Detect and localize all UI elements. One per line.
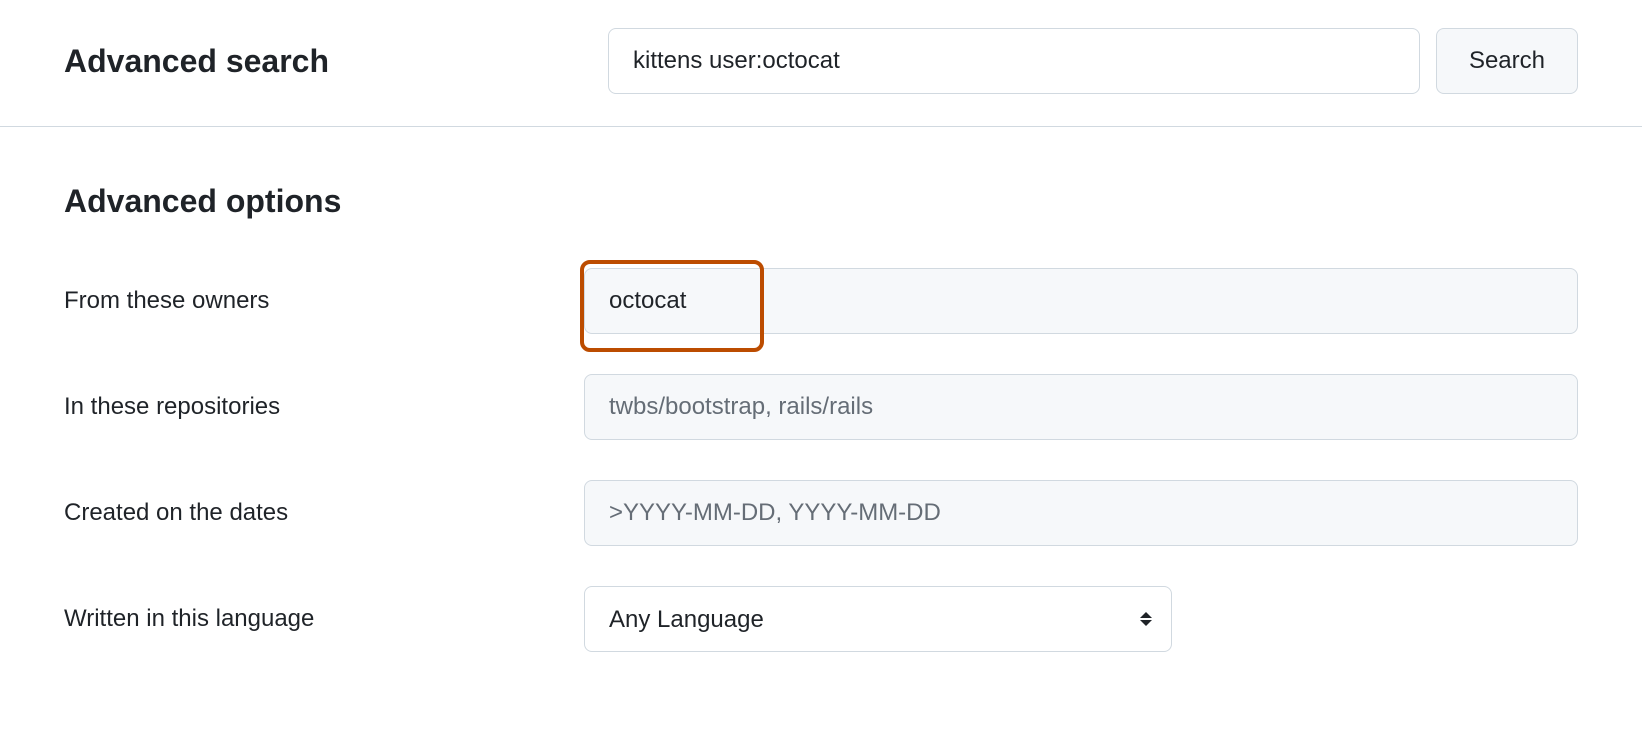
field-row-created: Created on the dates [64,480,1578,546]
repositories-control [584,374,1578,440]
field-row-repositories: In these repositories [64,374,1578,440]
field-row-owners: From these owners [64,268,1578,334]
created-label: Created on the dates [64,499,584,527]
page-title: Advanced search [64,43,584,80]
search-header: Advanced search Search [0,0,1642,127]
created-input[interactable] [584,480,1578,546]
language-control: Any Language [584,586,1578,652]
repositories-input[interactable] [584,374,1578,440]
advanced-options-section: Advanced options From these owners In th… [0,127,1642,732]
repositories-label: In these repositories [64,393,584,421]
owners-label: From these owners [64,287,584,315]
owners-input[interactable] [584,268,1578,334]
language-label: Written in this language [64,605,584,633]
owners-control [584,268,1578,334]
search-button[interactable]: Search [1436,28,1578,94]
field-row-language: Written in this language Any Language [64,586,1578,652]
language-select[interactable]: Any Language [584,586,1172,652]
search-input[interactable] [608,28,1420,94]
language-select-wrap: Any Language [584,586,1172,652]
options-title: Advanced options [64,183,1578,220]
created-control [584,480,1578,546]
search-row: Search [608,28,1578,94]
